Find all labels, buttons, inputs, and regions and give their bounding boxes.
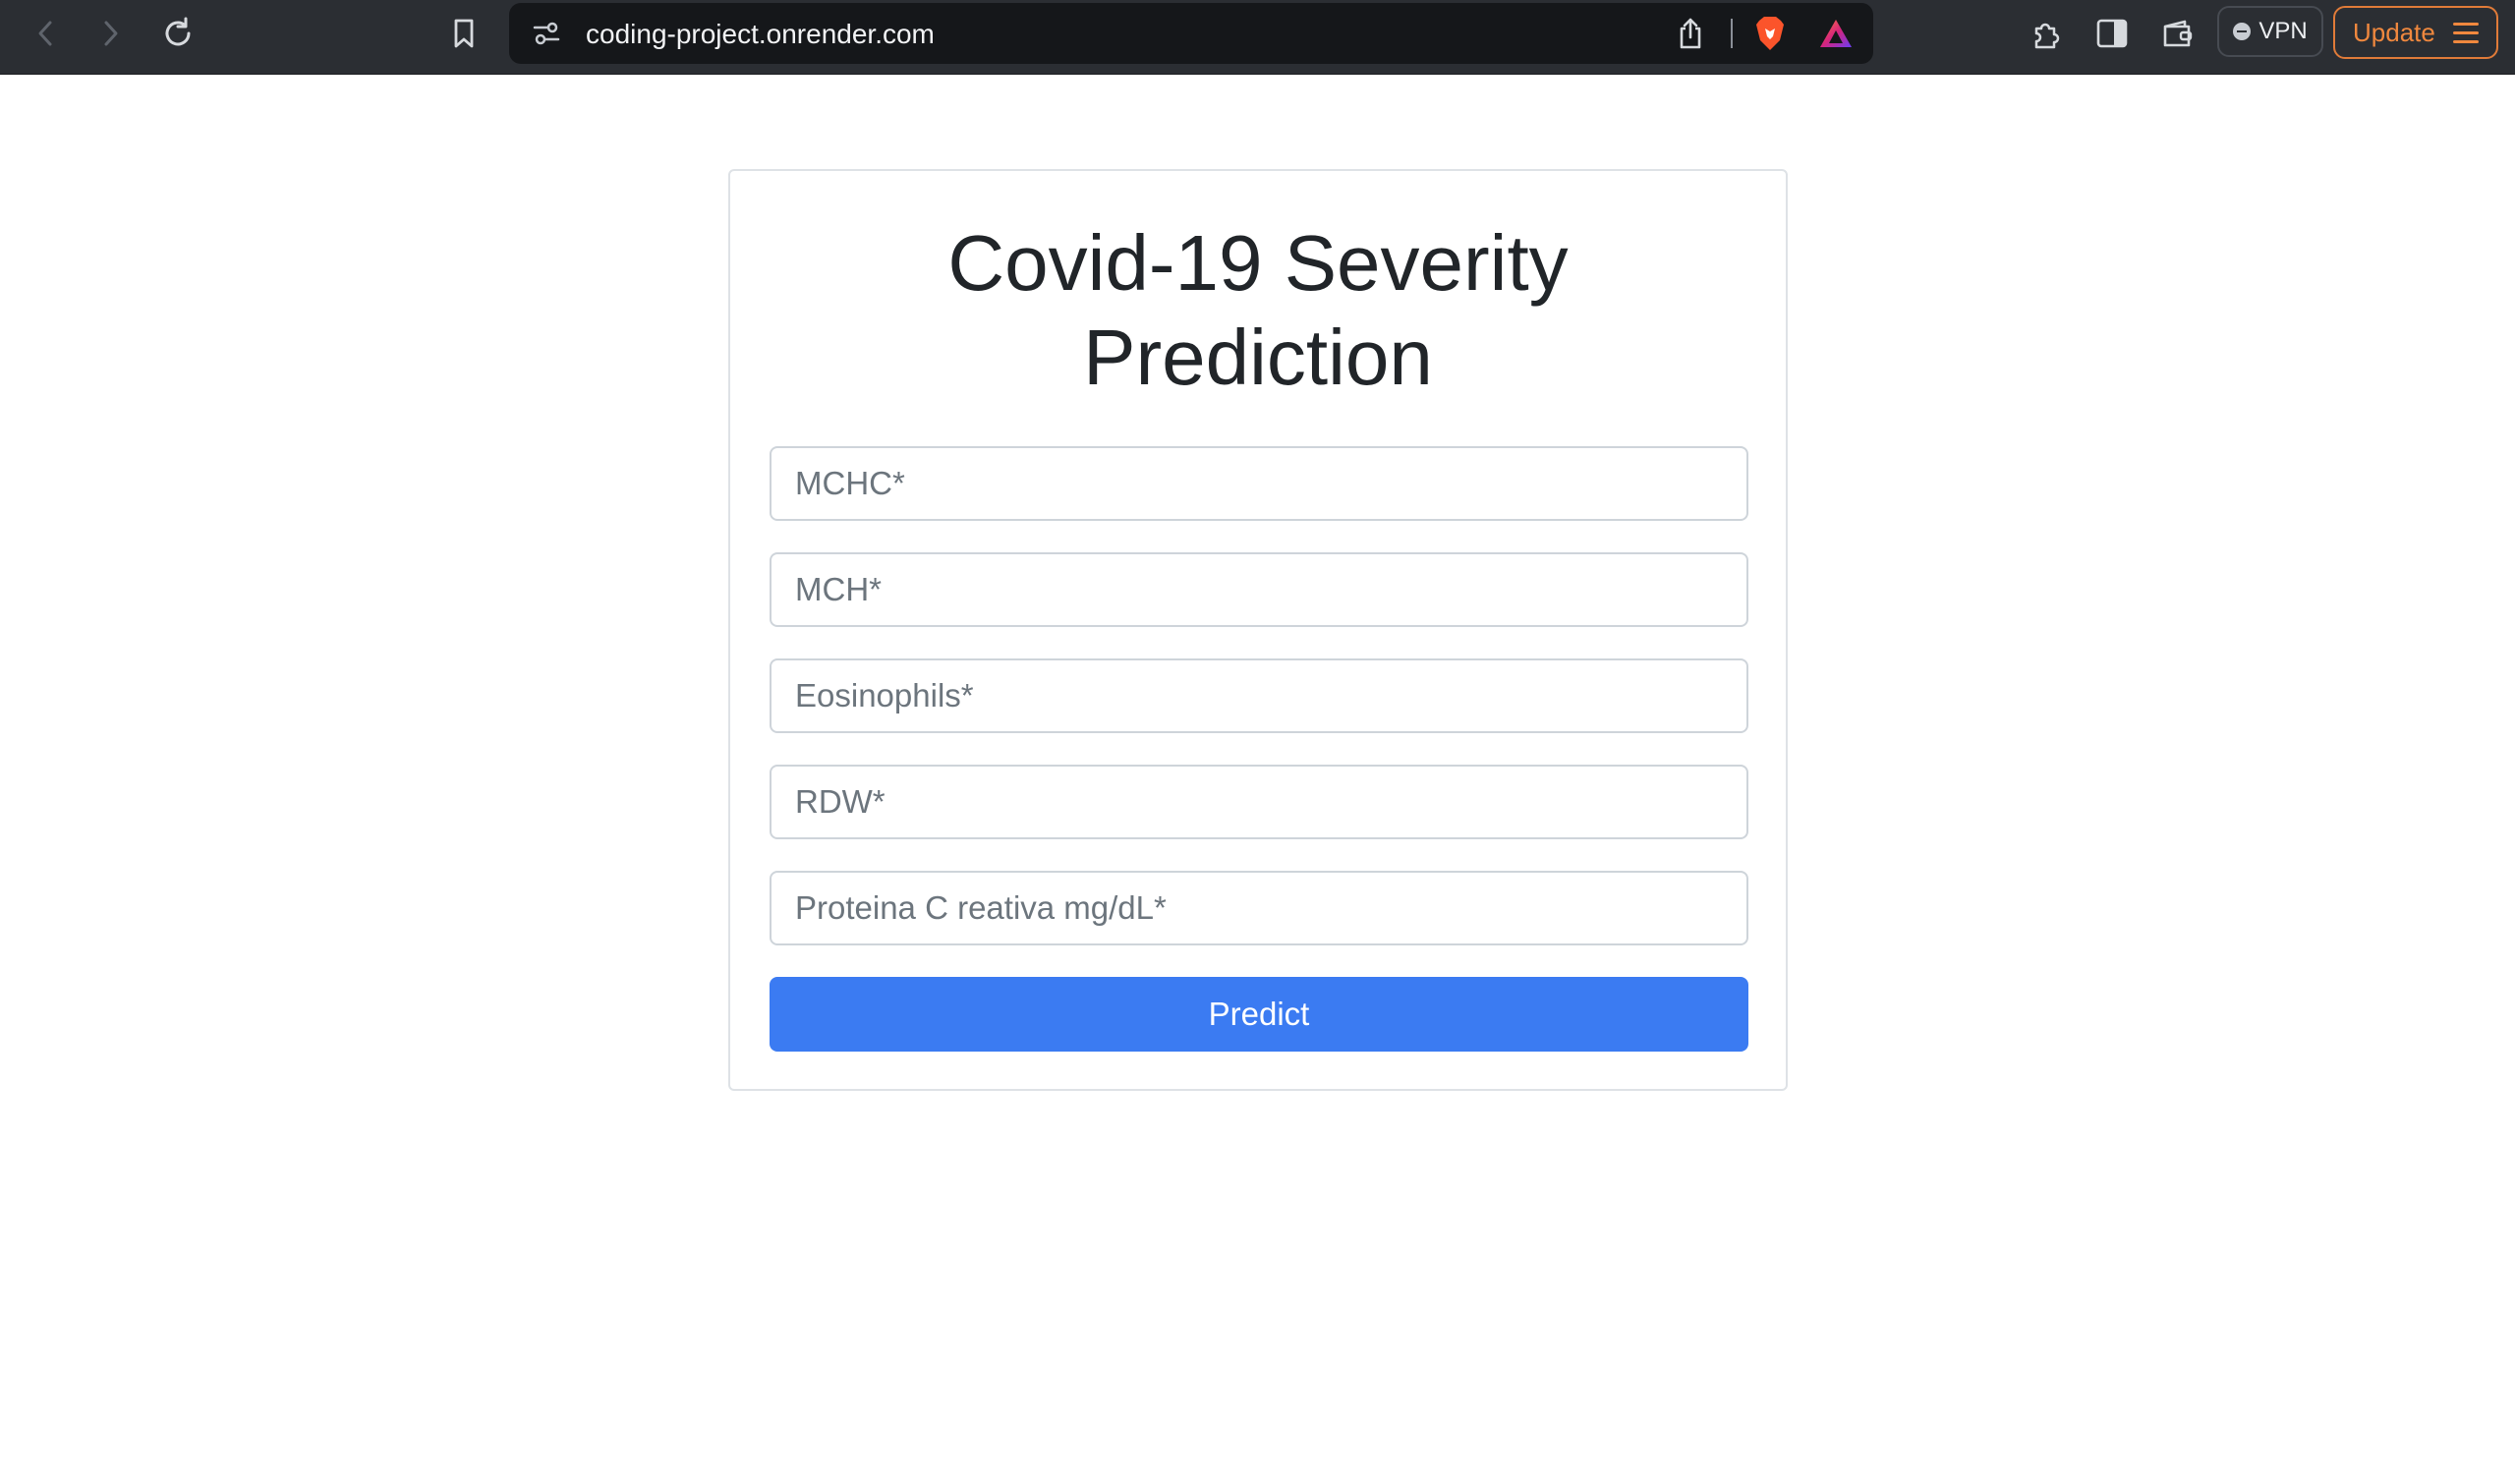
- bookmark-icon[interactable]: [440, 10, 487, 57]
- wallet-icon[interactable]: [2154, 10, 2201, 57]
- update-label: Update: [2353, 17, 2435, 47]
- rdw-input[interactable]: [770, 765, 1748, 839]
- reload-icon[interactable]: [154, 10, 201, 57]
- mch-input[interactable]: [770, 552, 1748, 627]
- vpn-status-icon: [2233, 23, 2252, 40]
- share-icon[interactable]: [1667, 10, 1714, 57]
- url-text[interactable]: coding-project.onrender.com: [586, 19, 935, 50]
- address-bar[interactable]: coding-project.onrender.com: [509, 3, 1873, 64]
- vpn-label: VPN: [2258, 18, 2308, 44]
- title-line-1: Covid-19 Severity: [947, 219, 1569, 307]
- address-bar-divider: [1731, 19, 1733, 48]
- prediction-form-card: Covid-19 Severity Prediction Predict: [728, 169, 1788, 1091]
- back-arrow-icon[interactable]: [22, 10, 69, 57]
- title-line-2: Prediction: [1083, 314, 1433, 401]
- browser-toolbar: coding-project.onrender.com VPN Update: [0, 0, 2515, 75]
- proteina-c-reativa-input[interactable]: [770, 871, 1748, 945]
- eosinophils-input[interactable]: [770, 658, 1748, 733]
- brave-shields-icon[interactable]: [1746, 10, 1794, 57]
- page-title: Covid-19 Severity Prediction: [730, 216, 1786, 405]
- brave-rewards-icon[interactable]: [1812, 10, 1859, 57]
- vpn-button[interactable]: VPN: [2217, 6, 2323, 57]
- update-menu-button[interactable]: Update: [2333, 6, 2498, 59]
- predict-button[interactable]: Predict: [770, 977, 1748, 1052]
- site-settings-icon[interactable]: [523, 10, 570, 57]
- mchc-input[interactable]: [770, 446, 1748, 521]
- hamburger-menu-icon: [2452, 22, 2479, 43]
- sidebar-icon[interactable]: [2088, 10, 2136, 57]
- forward-arrow-icon[interactable]: [87, 10, 135, 57]
- extensions-icon[interactable]: [2023, 10, 2070, 57]
